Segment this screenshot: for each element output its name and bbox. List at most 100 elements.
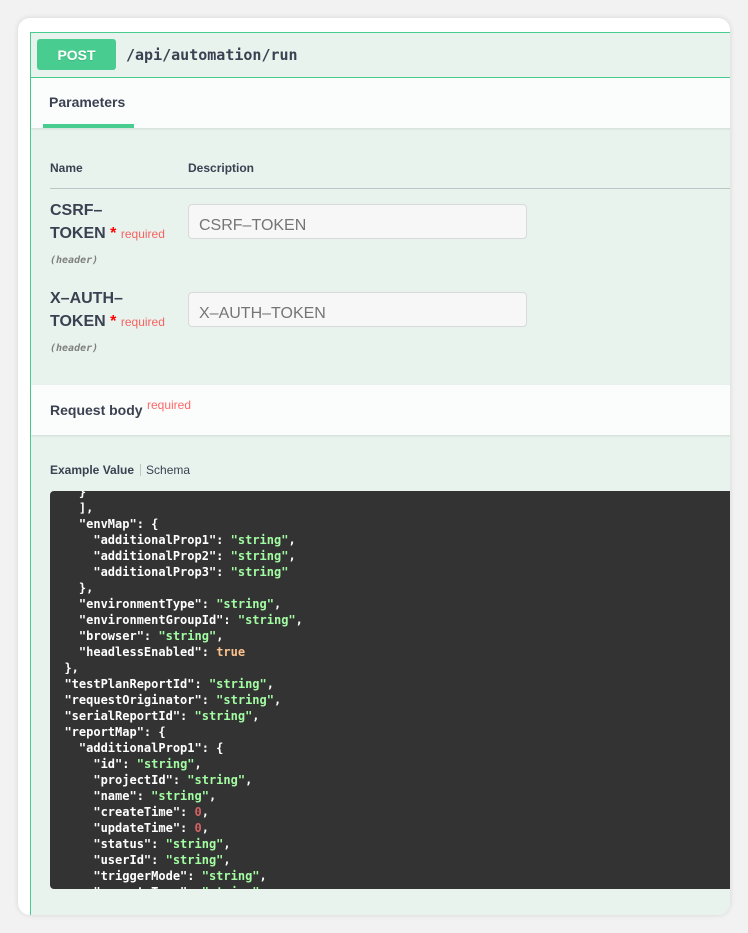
tab-active-indicator xyxy=(43,124,134,128)
endpoint-path: /api/automation/run xyxy=(126,46,298,64)
method-badge: POST xyxy=(37,39,116,70)
code-line: "testPlanReportId": "string", xyxy=(50,676,303,692)
code-string: "string" xyxy=(230,565,289,579)
param-location: (header) xyxy=(50,343,99,354)
code-token: "id": xyxy=(93,757,137,771)
code-string: "string" xyxy=(237,613,296,627)
request-body-header: Request body required xyxy=(31,385,730,435)
code-token: "executeType": xyxy=(93,885,201,889)
code-line: "browser": "string", xyxy=(50,628,303,644)
code-string: "string" xyxy=(165,837,224,851)
code-string: "string" xyxy=(158,629,217,643)
code-string: "string" xyxy=(216,693,274,707)
code-token: , xyxy=(245,773,253,787)
code-token: "serialReportId": xyxy=(64,709,195,723)
code-string: "string" xyxy=(202,885,260,889)
parameters-header: Parameters xyxy=(31,78,730,128)
param-name-line2: TOKEN xyxy=(50,313,106,330)
code-line: "serialReportId": "string", xyxy=(50,708,303,724)
request-body-required-label: required xyxy=(147,398,192,412)
code-string: "string" xyxy=(230,549,289,563)
code-token: "requestOriginator": xyxy=(64,693,217,707)
code-line: "projectId": "string", xyxy=(50,772,303,788)
code-token: "userId": xyxy=(93,853,166,867)
code-token: "environmentType": xyxy=(78,597,217,611)
code-token: , xyxy=(252,709,260,723)
code-token: , xyxy=(273,693,282,707)
code-line: }, xyxy=(50,580,303,596)
code-line: } xyxy=(50,491,303,500)
operation-summary[interactable]: POST /api/automation/run xyxy=(31,33,730,78)
code-token: , xyxy=(273,597,282,611)
code-token: "additionalProp2": xyxy=(93,549,231,563)
code-token: "projectId": xyxy=(93,773,188,787)
code-token: }, xyxy=(64,661,79,675)
code-token: , xyxy=(216,629,224,643)
tab-example-value[interactable]: Example Value xyxy=(50,463,134,477)
code-token: "name": xyxy=(93,789,152,803)
code-token: "updateTime": xyxy=(93,821,195,835)
code-line: "environmentType": "string", xyxy=(50,596,303,612)
param-name-line1: X–AUTH– xyxy=(50,290,123,307)
tab-parameters[interactable]: Parameters xyxy=(49,94,125,110)
screenshot-frame: POST /api/automation/run Parameters Name… xyxy=(18,18,730,915)
code-line: "id": "string", xyxy=(50,756,303,772)
code-line: "name": "string", xyxy=(50,788,303,804)
code-text: } ], "envMap": { "additionalProp1": "str… xyxy=(50,491,303,889)
code-token: "additionalProp1": xyxy=(93,533,231,547)
code-line: "triggerMode": "string", xyxy=(50,868,303,884)
code-string: "string" xyxy=(230,533,289,547)
required-star: * xyxy=(110,313,117,330)
code-line: "additionalProp2": "string", xyxy=(50,548,303,564)
code-line: "requestOriginator": "string", xyxy=(50,692,303,708)
code-line: "status": "string", xyxy=(50,836,303,852)
code-token: , xyxy=(223,853,231,867)
code-token: "headlessEnabled": xyxy=(78,645,217,659)
code-token: , xyxy=(201,805,209,819)
code-number: 0 xyxy=(194,805,202,819)
code-line: "additionalProp1": "string", xyxy=(50,532,303,548)
code-line: "environmentGroupId": "string", xyxy=(50,612,303,628)
code-token: "environmentGroupId": xyxy=(78,613,238,627)
required-star: * xyxy=(110,225,117,242)
operation-block: POST /api/automation/run Parameters Name… xyxy=(30,32,730,915)
example-value-code[interactable]: } ], "envMap": { "additionalProp1": "str… xyxy=(50,491,730,889)
code-token: , xyxy=(288,549,296,563)
tab-separator xyxy=(140,464,142,476)
code-string: "string" xyxy=(194,709,253,723)
param-location: (header) xyxy=(50,255,99,266)
code-string: "string" xyxy=(136,757,195,771)
tab-schema[interactable]: Schema xyxy=(146,463,190,477)
code-token: , xyxy=(288,533,296,547)
code-token: "browser": xyxy=(78,629,159,643)
code-line: "createTime": 0, xyxy=(50,804,303,820)
code-token: , xyxy=(259,869,267,883)
code-line: "userId": "string", xyxy=(50,852,303,868)
code-line: "additionalProp1": { xyxy=(50,740,303,756)
code-token: "testPlanReportId": xyxy=(64,677,209,691)
code-line: "headlessEnabled": true xyxy=(50,644,303,660)
code-line: }, xyxy=(50,660,303,676)
code-token: "reportMap": { xyxy=(64,725,166,739)
request-body-title: Request body xyxy=(50,402,143,418)
code-string: "string" xyxy=(216,597,274,611)
code-string: "string" xyxy=(208,677,267,691)
code-token: , xyxy=(208,789,217,803)
table-header-divider xyxy=(50,188,730,189)
code-number: 0 xyxy=(194,821,202,835)
example-schema-tabs: Example Value Schema xyxy=(50,463,190,477)
code-line: "reportMap": { xyxy=(50,724,303,740)
code-token: "additionalProp3": xyxy=(93,565,231,579)
csrf-token-input[interactable] xyxy=(188,204,527,239)
code-token: , xyxy=(260,885,267,889)
code-line: "envMap": { xyxy=(50,516,303,532)
code-token: "createTime": xyxy=(93,805,195,819)
x-auth-token-input[interactable] xyxy=(188,292,527,327)
required-label: required xyxy=(120,227,165,241)
code-token: , xyxy=(194,757,202,771)
code-token: } xyxy=(78,491,87,499)
code-token: , xyxy=(266,677,274,691)
code-token: "triggerMode": xyxy=(93,869,202,883)
code-line: ], xyxy=(50,500,303,516)
code-line: "executeType": "string", xyxy=(50,884,303,889)
